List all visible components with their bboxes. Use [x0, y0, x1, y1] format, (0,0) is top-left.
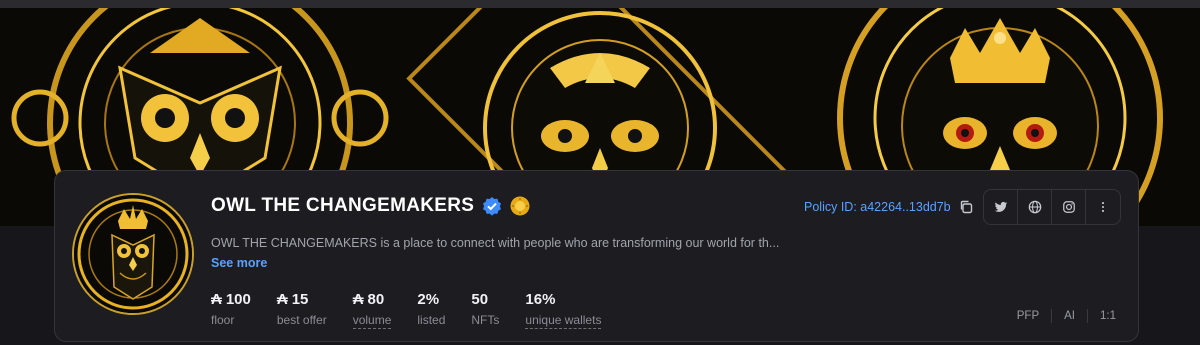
collection-title-row: OWL THE CHANGEMAKERS	[211, 195, 530, 217]
stat-value: 80	[367, 290, 385, 308]
ada-symbol: ₳	[276, 290, 288, 308]
stat-listed: 2% listed	[417, 289, 446, 328]
tag-pfp[interactable]: PFP	[1005, 310, 1051, 322]
stat-label: best offer	[276, 313, 327, 327]
stat-value: 2%	[417, 290, 440, 308]
see-more-link[interactable]: See more	[211, 256, 267, 270]
stat-nfts: 50 NFTs	[471, 289, 500, 328]
more-options-button[interactable]	[1086, 190, 1120, 224]
collection-title: OWL THE CHANGEMAKERS	[211, 195, 475, 216]
collection-avatar[interactable]	[72, 193, 194, 315]
stat-unique-wallets[interactable]: 16% unique wallets	[525, 289, 602, 329]
ada-symbol: ₳	[352, 290, 364, 308]
stat-label: listed	[417, 313, 446, 327]
stat-value: 50	[471, 290, 489, 308]
tag-one-of-one[interactable]: 1:1	[1088, 310, 1128, 322]
banner-top-strip	[0, 0, 1200, 8]
collection-tags: PFP AI 1:1	[1005, 309, 1128, 323]
globe-icon	[1028, 200, 1041, 214]
sun-badge-icon	[510, 196, 530, 216]
social-links	[983, 189, 1121, 225]
verified-check-icon	[483, 197, 502, 216]
copy-icon[interactable]	[959, 200, 973, 214]
collection-stats: ₳ 100 floor ₳ 15 best offer ₳ 80 volume 2% …	[211, 289, 627, 329]
ada-symbol: ₳	[211, 290, 222, 308]
instagram-button[interactable]	[1052, 190, 1086, 224]
stat-value: 16%	[525, 290, 556, 308]
twitter-button[interactable]	[984, 190, 1018, 224]
collection-description: OWL THE CHANGEMAKERS is a place to conne…	[211, 236, 780, 250]
collection-info-card: OWL THE CHANGEMAKERS OWL THE CHANGEMAKER…	[54, 170, 1139, 342]
stat-label: volume	[352, 313, 392, 329]
stat-volume[interactable]: ₳ 80 volume	[352, 289, 392, 329]
website-button[interactable]	[1018, 190, 1052, 224]
policy-id: Policy ID: a42264..13dd7b	[804, 200, 973, 214]
more-vertical-icon	[1101, 202, 1105, 212]
stat-value: 15	[291, 290, 309, 308]
stat-best-offer: ₳ 15 best offer	[276, 289, 327, 328]
stat-label: NFTs	[471, 313, 500, 327]
stat-value: 100	[225, 290, 251, 308]
instagram-icon	[1062, 201, 1075, 213]
stat-label: floor	[211, 313, 235, 327]
twitter-icon	[994, 201, 1007, 212]
stat-label: unique wallets	[525, 313, 602, 329]
stat-floor: ₳ 100 floor	[211, 289, 251, 328]
policy-id-text[interactable]: Policy ID: a42264..13dd7b	[804, 200, 951, 214]
tag-ai[interactable]: AI	[1052, 310, 1087, 322]
